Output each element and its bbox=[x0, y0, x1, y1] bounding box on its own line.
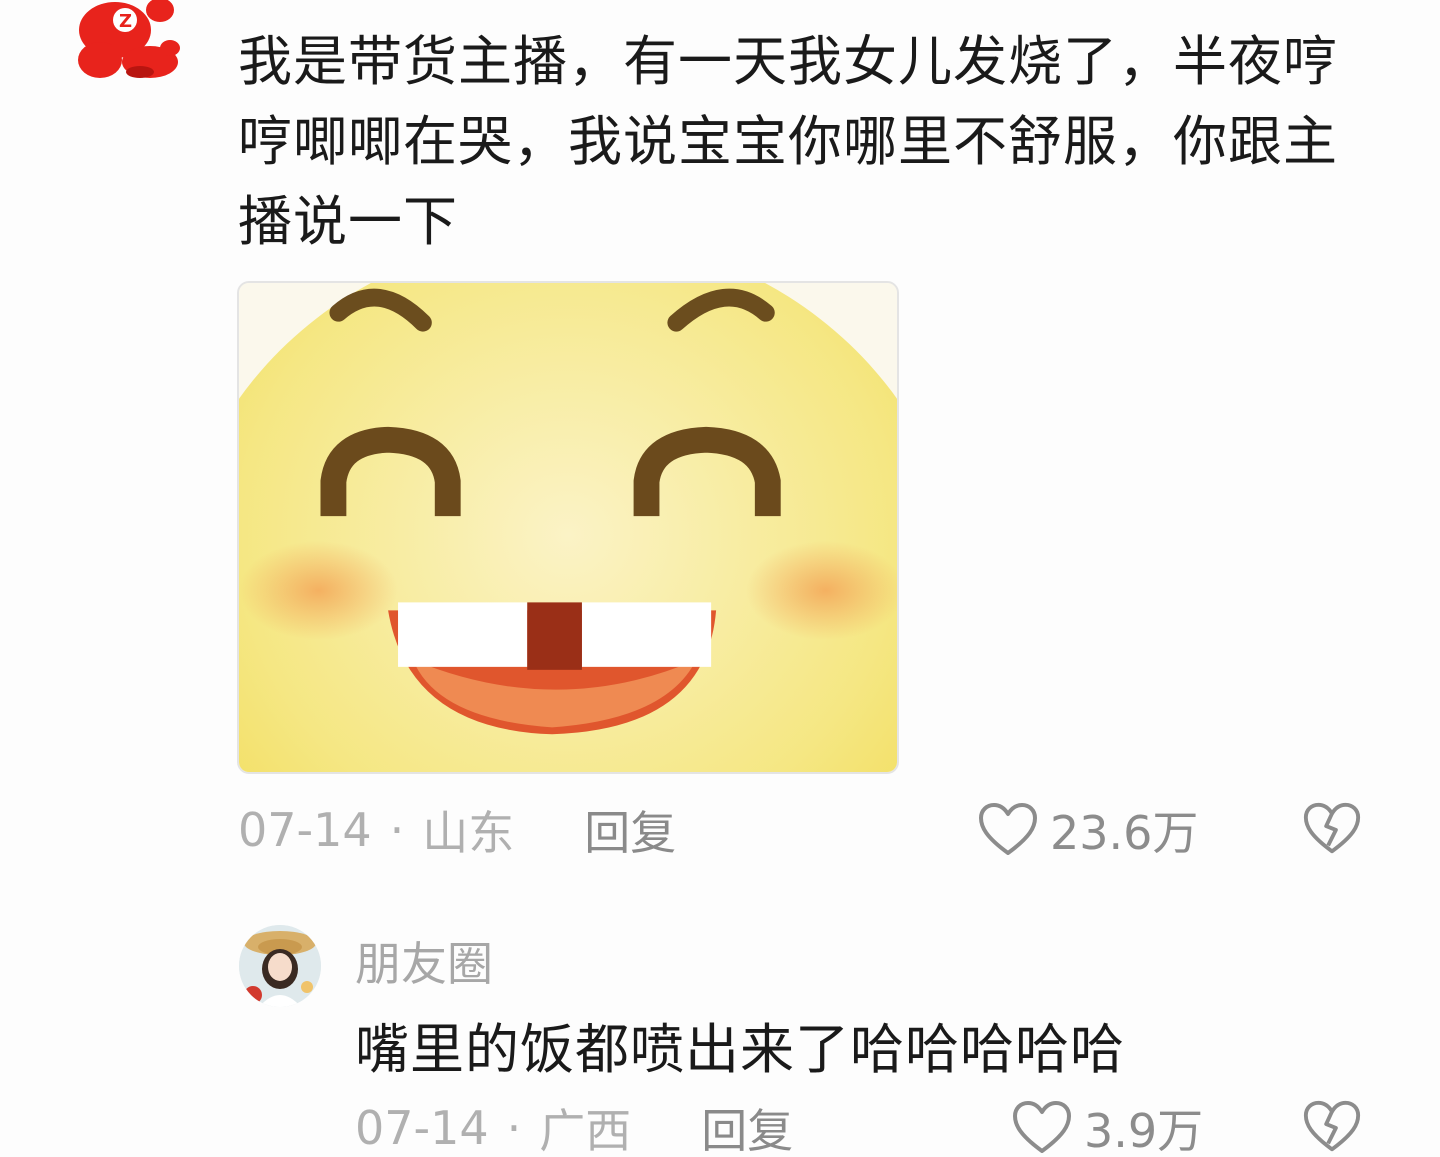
comment-meta: 07-14 · 山东 回复 bbox=[238, 800, 676, 860]
like-button[interactable]: 3.9万 bbox=[1010, 1098, 1203, 1157]
broken-heart-icon bbox=[1303, 1100, 1361, 1152]
reply-location: 广西 bbox=[539, 1104, 632, 1157]
comment-date: 07-14 bbox=[238, 803, 372, 857]
reply-username[interactable]: 朋友圈 bbox=[355, 928, 493, 994]
meta-separator: · bbox=[389, 803, 405, 857]
dislike-button[interactable] bbox=[1301, 1098, 1363, 1156]
svg-text:Z: Z bbox=[119, 11, 132, 32]
broken-heart-icon bbox=[1303, 802, 1361, 854]
red-cartoon-mascot-icon[interactable]: Z bbox=[70, 0, 190, 90]
comment-thread: Z 我是带货主播，有一天我女儿发烧了，半夜哼哼唧唧在哭，我说宝宝你哪里不舒服，你… bbox=[0, 0, 1440, 1157]
like-count: 23.6万 bbox=[1050, 806, 1199, 860]
comment-image[interactable] bbox=[237, 281, 899, 774]
reply-date: 07-14 bbox=[355, 1101, 489, 1155]
dislike-button[interactable] bbox=[1301, 800, 1363, 858]
reply-button[interactable]: 回复 bbox=[701, 1095, 793, 1157]
comment-location: 山东 bbox=[422, 806, 515, 860]
user-photo-avatar[interactable] bbox=[239, 925, 321, 1007]
yellow-grinning-emoji-meme bbox=[239, 283, 897, 772]
meta-separator: · bbox=[506, 1101, 522, 1155]
heart-outline-icon bbox=[979, 803, 1037, 855]
like-count: 3.9万 bbox=[1084, 1104, 1204, 1157]
comment-text: 我是带货主播，有一天我女儿发烧了，半夜哼哼唧唧在哭，我说宝宝你哪里不舒服，你跟主… bbox=[238, 30, 1338, 253]
reply-meta: 07-14 · 广西 回复 bbox=[355, 1098, 793, 1157]
heart-outline-icon bbox=[1013, 1101, 1071, 1153]
reply-text: 嘴里的饭都喷出来了哈哈哈哈哈 bbox=[355, 1018, 1125, 1081]
like-button[interactable]: 23.6万 bbox=[976, 800, 1198, 860]
reply-button[interactable]: 回复 bbox=[584, 797, 676, 863]
